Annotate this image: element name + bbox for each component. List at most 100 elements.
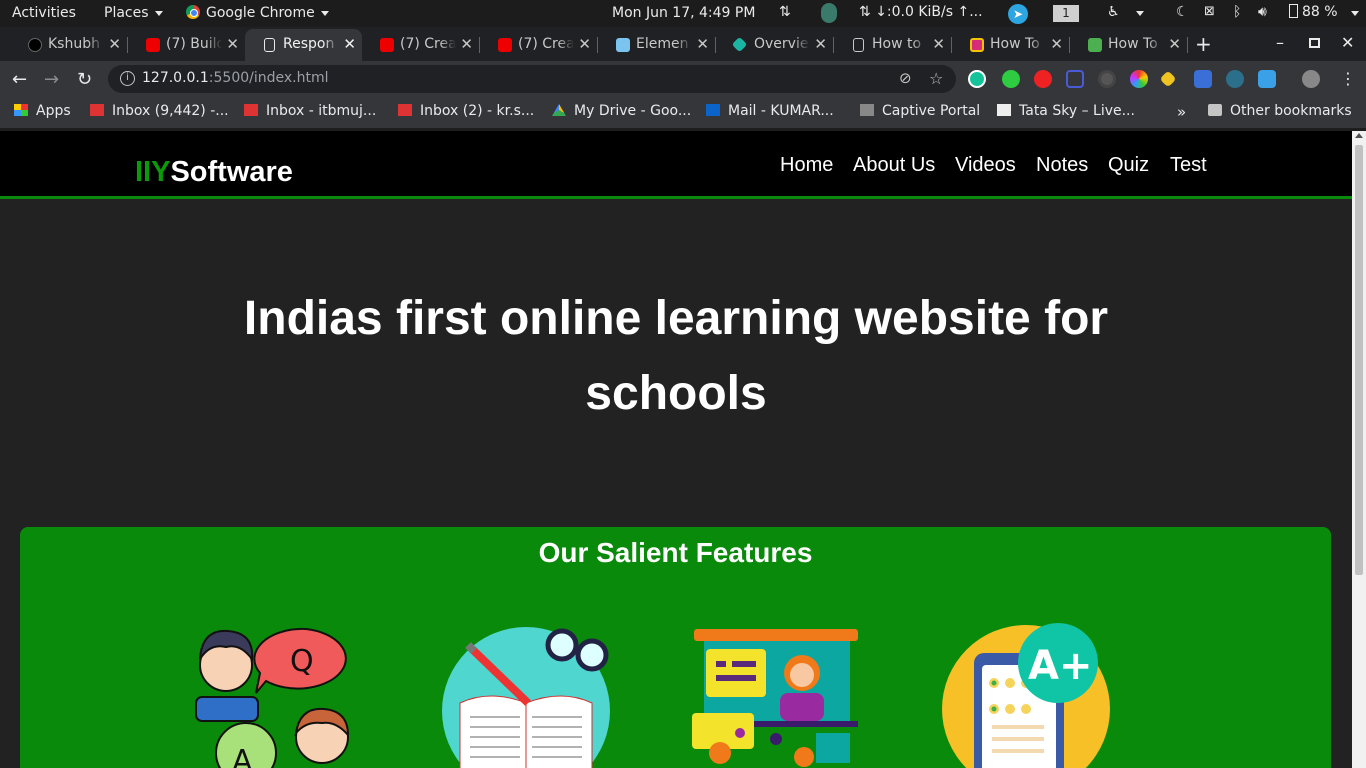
book-notes-illustration xyxy=(442,627,610,768)
tab-title: (7) Crea xyxy=(518,36,574,52)
info-icon[interactable]: i xyxy=(120,71,135,86)
hero-line-2: schools xyxy=(585,367,767,420)
bookmarks-overflow[interactable]: » xyxy=(1177,103,1186,121)
screenshot-icon[interactable] xyxy=(1066,70,1084,88)
net-speed-indicator[interactable]: ⇅ ↓:0.0 KiB/s ↑... xyxy=(859,4,983,20)
nav-videos[interactable]: Videos xyxy=(955,154,1016,177)
page-scrollbar[interactable] xyxy=(1352,131,1366,768)
close-icon[interactable]: ✕ xyxy=(460,35,473,53)
tab[interactable]: How To ✕ xyxy=(1070,29,1187,61)
gmail-icon xyxy=(90,104,104,116)
video-lesson-illustration xyxy=(692,629,858,767)
nav-about-us[interactable]: About Us xyxy=(853,154,935,177)
scrollbar-thumb[interactable] xyxy=(1355,145,1363,575)
bookmark-star-icon[interactable]: ☆ xyxy=(929,69,943,88)
close-icon[interactable]: ✕ xyxy=(108,35,121,53)
bookmark-label: Inbox (2) - kr.s... xyxy=(420,103,535,119)
tab[interactable]: Elemen ✕ xyxy=(598,29,715,61)
bookmark-label: Inbox - itbmuj... xyxy=(266,103,377,119)
test-grade-illustration: A+ xyxy=(942,623,1110,768)
sync-arrows-icon[interactable]: ⇅ xyxy=(779,4,791,20)
reload-button[interactable]: ↻ xyxy=(77,69,92,90)
url-text[interactable]: 127.0.0.1:5500/index.html xyxy=(142,70,329,86)
bookmark-item[interactable]: Mail - KUMAR... xyxy=(706,103,834,119)
close-icon[interactable]: ✕ xyxy=(814,35,827,53)
close-icon[interactable]: ✕ xyxy=(226,35,239,53)
close-window-button[interactable]: ✕ xyxy=(1341,33,1354,52)
volume-icon[interactable]: 🔊︎ xyxy=(1258,4,1267,20)
bookmark-item[interactable]: Captive Portal xyxy=(860,103,980,119)
record-icon[interactable] xyxy=(1098,70,1116,88)
svg-text:A: A xyxy=(232,744,253,768)
app-menu[interactable]: Google Chrome xyxy=(186,5,329,21)
close-icon[interactable]: ✕ xyxy=(578,35,591,53)
nav-test[interactable]: Test xyxy=(1170,154,1207,177)
adblock-icon[interactable] xyxy=(1034,70,1052,88)
bookmarks-bar: Apps Inbox (9,442) -... Inbox - itbmuj..… xyxy=(0,97,1366,128)
tab[interactable]: (7) Crea ✕ xyxy=(480,29,597,61)
bookmark-item[interactable]: Apps xyxy=(14,103,71,119)
tab-title: How To xyxy=(1108,36,1164,52)
network-off-icon[interactable]: ⊠ xyxy=(1204,4,1215,19)
grammarly-icon[interactable] xyxy=(968,70,986,88)
minimize-button[interactable]: – xyxy=(1276,33,1284,52)
tab[interactable]: How To ✕ xyxy=(952,29,1069,61)
bookmark-item[interactable]: Inbox - itbmuj... xyxy=(244,103,376,119)
bookmark-item[interactable]: Tata Sky – Live... xyxy=(997,103,1135,119)
nav-home[interactable]: Home xyxy=(780,154,833,177)
workspace-indicator[interactable]: 1 xyxy=(1053,5,1079,22)
page-icon xyxy=(853,38,864,52)
maximize-button[interactable] xyxy=(1309,38,1320,48)
browser-toolbar: ← → ↻ i 127.0.0.1:5500/index.html ⊘ ☆ ⋮ xyxy=(0,61,1366,97)
form-extension-icon[interactable] xyxy=(1194,70,1212,88)
hand-extension-icon[interactable] xyxy=(1002,70,1020,88)
night-light-icon[interactable]: ☾ xyxy=(1176,4,1189,20)
site-logo[interactable]: IIYSoftware xyxy=(135,156,293,189)
back-button[interactable]: ← xyxy=(12,69,27,90)
accessibility-icon[interactable]: ♿ xyxy=(1107,4,1120,20)
pencil-extension-icon[interactable] xyxy=(1159,70,1177,88)
tab[interactable]: Overvie ✕ xyxy=(716,29,833,61)
places-menu[interactable]: Places xyxy=(104,5,163,21)
g-extension-icon[interactable] xyxy=(1258,70,1276,88)
tatasky-icon xyxy=(997,104,1011,116)
gmail-icon xyxy=(398,104,412,116)
tab[interactable]: How to ✕ xyxy=(834,29,951,61)
tab-active[interactable]: Respon ✕ xyxy=(245,29,362,61)
chrome-menu-icon[interactable]: ⋮ xyxy=(1340,69,1356,88)
color-picker-icon[interactable] xyxy=(1130,70,1148,88)
ht-icon xyxy=(970,38,984,52)
scroll-up-arrow-icon[interactable] xyxy=(1355,133,1363,138)
system-top-bar: Activities Places Google Chrome Mon Jun … xyxy=(0,0,1366,27)
close-icon[interactable]: ✕ xyxy=(343,35,356,53)
clock[interactable]: Mon Jun 17, 4:49 PM xyxy=(612,5,755,21)
tab[interactable]: (7) Build ✕ xyxy=(128,29,245,61)
forward-button[interactable]: → xyxy=(44,69,59,90)
other-bookmarks[interactable]: Other bookmarks xyxy=(1208,103,1352,119)
close-icon[interactable]: ✕ xyxy=(1168,35,1181,53)
profile-avatar[interactable] xyxy=(1302,70,1320,88)
folder-icon xyxy=(1208,104,1222,116)
bookmark-item[interactable]: Inbox (2) - kr.s... xyxy=(398,103,534,119)
bookmark-item[interactable]: Inbox (9,442) -... xyxy=(90,103,229,119)
battery-indicator[interactable]: 88 % xyxy=(1289,4,1338,20)
tab[interactable]: Kshubh ✕ xyxy=(10,29,127,61)
youtube-icon xyxy=(380,38,394,52)
close-icon[interactable]: ✕ xyxy=(1050,35,1063,53)
bookmark-item[interactable]: My Drive - Goo... xyxy=(552,103,691,119)
new-tab-button[interactable]: + xyxy=(1195,32,1212,56)
address-bar[interactable]: i 127.0.0.1:5500/index.html ⊘ ☆ xyxy=(108,65,956,93)
bluetooth-icon[interactable]: ᛒ xyxy=(1233,4,1241,20)
close-icon[interactable]: ✕ xyxy=(932,35,945,53)
blocked-content-icon[interactable]: ⊘ xyxy=(899,69,912,87)
nav-quiz[interactable]: Quiz xyxy=(1108,154,1149,177)
telegram-icon[interactable]: ➤ xyxy=(1008,4,1028,24)
close-icon[interactable]: ✕ xyxy=(696,35,709,53)
bluetooth-tray-icon[interactable] xyxy=(821,3,837,23)
gmail-icon xyxy=(244,104,258,116)
github-icon xyxy=(28,38,42,52)
activities-button[interactable]: Activities xyxy=(12,5,76,21)
tab[interactable]: (7) Crea ✕ xyxy=(362,29,479,61)
nav-notes[interactable]: Notes xyxy=(1036,154,1088,177)
react-devtools-icon[interactable] xyxy=(1226,70,1244,88)
